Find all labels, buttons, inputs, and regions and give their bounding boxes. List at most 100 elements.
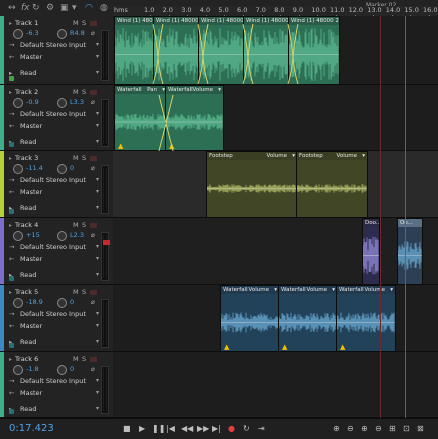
record-button[interactable]: ● bbox=[228, 424, 235, 433]
track-header[interactable]: ▸ Track 1 M S -6.3 R4.8 ⌀ → Default Stere… bbox=[0, 16, 113, 85]
track-name-label[interactable]: Track 6 bbox=[15, 355, 38, 363]
track-name-label[interactable]: Track 4 bbox=[15, 221, 38, 229]
solo-button[interactable]: S bbox=[82, 154, 86, 162]
volume-knob-icon[interactable] bbox=[13, 164, 23, 174]
collapse-triangle-icon[interactable]: ▸ bbox=[9, 89, 12, 96]
solo-button[interactable]: S bbox=[82, 88, 86, 96]
go-to-end-button[interactable]: ▶| bbox=[212, 424, 221, 433]
phase-icon[interactable]: ⌀ bbox=[91, 164, 95, 172]
pan-knob-icon[interactable] bbox=[57, 98, 67, 108]
automation-mode-select[interactable]: Read bbox=[20, 204, 36, 212]
zoom-out-time-icon[interactable]: ⊖ bbox=[375, 424, 382, 433]
loop-button[interactable]: ↻ bbox=[243, 424, 250, 433]
record-arm-button[interactable] bbox=[90, 90, 97, 95]
mic-icon[interactable]: ◍ bbox=[100, 2, 108, 14]
automation-dropdown-icon[interactable]: ▾ bbox=[96, 69, 99, 76]
mute-button[interactable]: M bbox=[73, 154, 79, 162]
pan-knob-icon[interactable] bbox=[57, 365, 67, 375]
track-name-label[interactable]: Track 1 bbox=[15, 19, 38, 27]
mute-button[interactable]: M bbox=[73, 355, 79, 363]
track-header[interactable]: ▸ Track 5 M S -18.9 0 ⌀ → Default Stereo … bbox=[0, 285, 113, 352]
pan-value[interactable]: 0 bbox=[70, 365, 74, 373]
volume-knob-icon[interactable] bbox=[13, 365, 23, 375]
automation-mode-select[interactable]: Read bbox=[20, 69, 36, 77]
pan-knob-icon[interactable] bbox=[57, 29, 67, 39]
mute-button[interactable]: M bbox=[73, 288, 79, 296]
track-lane[interactable] bbox=[113, 352, 438, 418]
output-select[interactable]: Master bbox=[20, 389, 42, 397]
clip-indicator[interactable] bbox=[103, 240, 110, 245]
track-lane[interactable] bbox=[113, 218, 438, 285]
clip-header[interactable]: Footstep Volume ▾ bbox=[207, 152, 297, 160]
zoom-in-amplitude-icon[interactable]: ⊕ bbox=[333, 424, 340, 433]
output-select[interactable]: Master bbox=[20, 122, 42, 130]
track-name-label[interactable]: Track 5 bbox=[15, 288, 38, 296]
input-select[interactable]: Default Stereo Input bbox=[20, 110, 86, 118]
mute-button[interactable]: M bbox=[73, 88, 79, 96]
track-header[interactable]: ▸ Track 3 M S -11.4 0 ⌀ → Default Stereo … bbox=[0, 151, 113, 218]
output-dropdown-icon[interactable]: ▾ bbox=[96, 322, 99, 329]
track-name[interactable]: ▸ Track 4 bbox=[9, 221, 38, 229]
input-dropdown-icon[interactable]: ▾ bbox=[96, 110, 99, 117]
audio-clip[interactable]: Footstep Volume ▾ bbox=[206, 151, 298, 218]
audio-clip[interactable]: Waterfall Volume ▾ ▲ bbox=[220, 285, 280, 352]
track-header[interactable]: ▸ Track 2 M S -0.9 L3.3 ⌀ → Default Stere… bbox=[0, 85, 113, 151]
record-arm-button[interactable] bbox=[90, 290, 97, 295]
pan-value[interactable]: L3.3 bbox=[70, 98, 84, 106]
warning-icon[interactable]: ▲ bbox=[340, 343, 345, 351]
track-name[interactable]: ▸ Track 1 bbox=[9, 19, 38, 27]
collapse-triangle-icon[interactable]: ▸ bbox=[9, 20, 12, 27]
output-dropdown-icon[interactable]: ▾ bbox=[96, 188, 99, 195]
record-arm-button[interactable] bbox=[90, 357, 97, 362]
pan-knob-icon[interactable] bbox=[57, 298, 67, 308]
audio-clip[interactable]: Footstep Volume ▾ bbox=[296, 151, 368, 218]
monitor-icon[interactable]: ▣ bbox=[60, 2, 69, 14]
skip-button[interactable]: ⇥ bbox=[258, 424, 265, 433]
settings-icon[interactable]: ⚙ bbox=[46, 2, 54, 14]
track-lanes[interactable]: Wind (1) 48000 2 Wind (1) 48000 2 Wind (… bbox=[113, 16, 438, 418]
fx-button[interactable]: fx bbox=[21, 2, 30, 14]
automation-dropdown-icon[interactable]: ▾ bbox=[96, 204, 99, 211]
pan-value[interactable]: 0 bbox=[70, 298, 74, 306]
clip-header[interactable]: Doo... bbox=[363, 219, 379, 227]
collapse-triangle-icon[interactable]: ▸ bbox=[9, 222, 12, 229]
stop-button[interactable]: ■ bbox=[123, 424, 131, 433]
zoom-in-time-icon[interactable]: ⊕ bbox=[361, 424, 368, 433]
input-select[interactable]: Default Stereo Input bbox=[20, 41, 86, 49]
input-dropdown-icon[interactable]: ▾ bbox=[96, 41, 99, 48]
track-name[interactable]: ▸ Track 3 bbox=[9, 154, 38, 162]
warning-icon[interactable]: ▲ bbox=[282, 343, 287, 351]
audio-clip[interactable]: Waterfall Volume ▾ ▲ bbox=[336, 285, 396, 352]
go-to-start-button[interactable]: |◀ bbox=[166, 424, 175, 433]
arrow-icon[interactable]: ↔ bbox=[8, 2, 16, 14]
record-arm-button[interactable] bbox=[90, 223, 97, 228]
clip-menu-icon[interactable]: ▾ bbox=[362, 152, 365, 160]
volume-knob-icon[interactable] bbox=[13, 98, 23, 108]
input-dropdown-icon[interactable]: ▾ bbox=[96, 243, 99, 250]
warning-icon[interactable]: ▲ bbox=[224, 343, 229, 351]
audio-clip[interactable]: Doo... bbox=[362, 218, 380, 285]
automation-mode-select[interactable]: Read bbox=[20, 271, 36, 279]
pan-value[interactable]: L2.3 bbox=[70, 231, 84, 239]
phase-icon[interactable]: ⌀ bbox=[91, 98, 95, 106]
clip-menu-icon[interactable]: ▾ bbox=[292, 152, 295, 160]
rewind-button[interactable]: ◀◀ bbox=[181, 424, 193, 433]
clip-header[interactable]: Footstep Volume ▾ bbox=[297, 152, 367, 160]
volume-knob-icon[interactable] bbox=[13, 231, 23, 241]
output-dropdown-icon[interactable]: ▾ bbox=[96, 53, 99, 60]
output-select[interactable]: Master bbox=[20, 53, 42, 61]
volume-value[interactable]: -1.8 bbox=[26, 365, 39, 373]
clip-header[interactable]: Waterfall Volume ▾ bbox=[221, 286, 279, 294]
zoom-full-icon[interactable]: ⊠ bbox=[417, 424, 424, 433]
zoom-out-amplitude-icon[interactable]: ⊖ bbox=[347, 424, 354, 433]
clip-header[interactable]: Waterfall Volume ▾ bbox=[279, 286, 337, 294]
pan-value[interactable]: R4.8 bbox=[70, 29, 85, 37]
crossfade-curves[interactable] bbox=[113, 16, 343, 84]
input-select[interactable]: Default Stereo Input bbox=[20, 243, 86, 251]
output-select[interactable]: Master bbox=[20, 322, 42, 330]
automation-dropdown-icon[interactable]: ▾ bbox=[96, 138, 99, 145]
track-name-label[interactable]: Track 2 bbox=[15, 88, 38, 96]
solo-button[interactable]: S bbox=[82, 355, 86, 363]
track-name[interactable]: ▸ Track 5 bbox=[9, 288, 38, 296]
crossfade-curves[interactable] bbox=[113, 85, 233, 151]
